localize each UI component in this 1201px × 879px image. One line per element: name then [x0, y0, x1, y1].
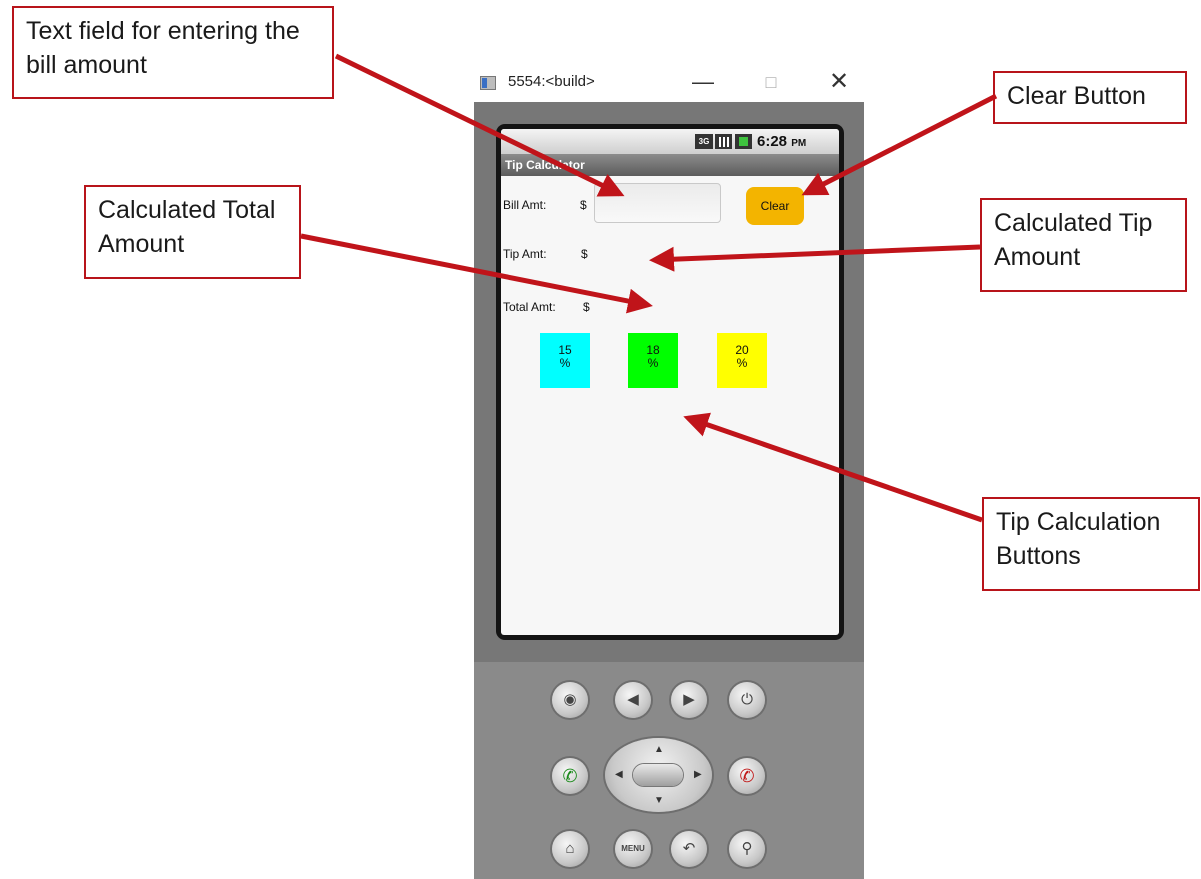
tip-label: Tip Amt: — [503, 247, 547, 261]
dpad-right-icon[interactable]: ▶ — [694, 770, 702, 780]
home-icon[interactable]: ⌂ — [552, 831, 588, 867]
status-clock: 6:28 PM — [757, 133, 806, 150]
close-button[interactable]: ✕ — [824, 69, 854, 95]
power-icon[interactable]: ⏻ — [729, 682, 765, 718]
app-title: Tip Calculator — [501, 154, 839, 176]
screen-frame: 3G 6:28 PM Tip Calculator Bill Amt: $ Cl… — [496, 124, 844, 640]
volume-down-icon[interactable]: ◀ — [615, 682, 651, 718]
total-currency: $ — [583, 300, 590, 314]
tip-18-button[interactable]: 18 % — [628, 333, 678, 388]
bill-label: Bill Amt: — [503, 198, 547, 212]
dpad-center-button[interactable] — [633, 764, 683, 786]
camera-icon[interactable]: ◉ — [552, 682, 588, 718]
menu-icon[interactable]: MENU — [615, 831, 651, 867]
phone-emulator: 3G 6:28 PM Tip Calculator Bill Amt: $ Cl… — [474, 102, 864, 879]
clear-button[interactable]: Clear — [746, 187, 804, 225]
clock-ampm: PM — [791, 138, 807, 149]
volume-up-icon[interactable]: ▶ — [671, 682, 707, 718]
emulator-title-bar: 5554:<build> — □ ✕ — [474, 60, 864, 102]
tip-20-unit: % — [736, 356, 748, 370]
callout-clear-button: Clear Button — [993, 71, 1187, 124]
minimize-button[interactable]: — — [688, 69, 718, 95]
status-bar: 3G 6:28 PM — [501, 129, 839, 154]
clock-time: 6:28 — [757, 133, 788, 150]
bill-amount-input[interactable] — [594, 183, 721, 223]
dpad-down-icon[interactable]: ▼ — [654, 796, 664, 806]
tip-15-unit: % — [559, 356, 571, 370]
device-screen: 3G 6:28 PM Tip Calculator Bill Amt: $ Cl… — [501, 129, 839, 635]
window-title: 5554:<build> — [508, 73, 595, 90]
end-call-icon[interactable]: ✆ — [729, 758, 765, 794]
tip-20-button[interactable]: 20 % — [717, 333, 767, 388]
call-icon[interactable]: ✆ — [552, 758, 588, 794]
callout-tip-buttons: Tip Calculation Buttons — [982, 497, 1200, 591]
maximize-button[interactable]: □ — [756, 69, 786, 95]
emulator-app-icon — [480, 76, 496, 90]
signal-icon — [715, 134, 732, 149]
callout-tip-amount: Calculated Tip Amount — [980, 198, 1187, 292]
tip-currency: $ — [581, 247, 588, 261]
callout-total-amount: Calculated Total Amount — [84, 185, 301, 279]
network-3g-icon: 3G — [695, 134, 713, 149]
bill-currency: $ — [580, 198, 587, 212]
battery-icon — [735, 134, 752, 149]
back-icon[interactable]: ↶ — [671, 831, 707, 867]
tip-18-unit: % — [647, 356, 659, 370]
search-icon[interactable]: ⚲ — [729, 831, 765, 867]
dpad-up-icon[interactable]: ▲ — [654, 745, 664, 755]
dpad-left-icon[interactable]: ◀ — [615, 770, 623, 780]
total-label: Total Amt: — [503, 300, 556, 314]
callout-bill-field: Text field for entering the bill amount — [12, 6, 334, 99]
dpad[interactable]: ▲ ▼ ◀ ▶ — [605, 738, 712, 812]
tip-15-button[interactable]: 15 % — [540, 333, 590, 388]
